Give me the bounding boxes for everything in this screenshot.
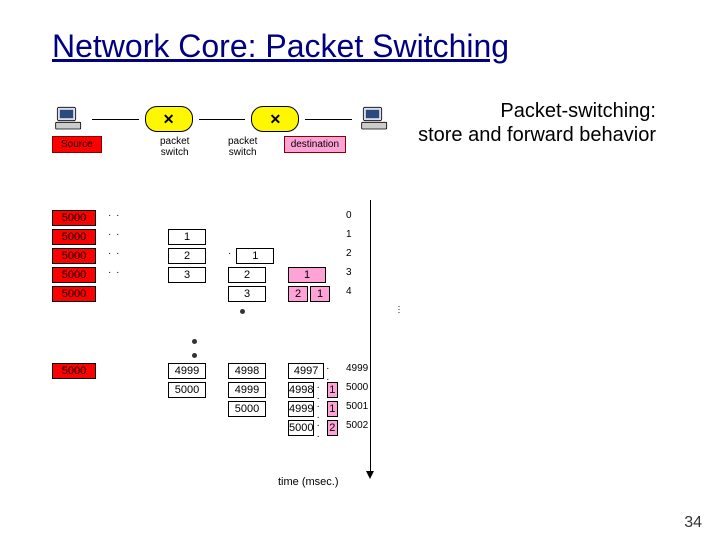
timing-grid: 5000 · · 0 5000 · · 1 1 5000 · · 2 ·1 2 … <box>52 210 452 439</box>
dst-cell: 2 <box>327 420 338 436</box>
hop2-cell: 1 <box>236 248 274 264</box>
time-tick: 0 <box>346 210 374 221</box>
slide-title: Network Core: Packet Switching <box>52 28 509 65</box>
time-tick: 5002 <box>346 420 374 431</box>
hop2-cell: 2 <box>228 267 266 283</box>
time-axis-label: time (msec.) <box>278 476 339 488</box>
time-tick: 5001 <box>346 401 374 412</box>
src-cell: 5000 <box>52 363 96 379</box>
time-tick: 1 <box>346 229 374 240</box>
hop3-cell: 4999 <box>288 401 314 417</box>
time-tick: 3 <box>346 267 374 278</box>
source-label: Source <box>52 136 102 153</box>
hop3-cell: 5000 <box>288 420 314 436</box>
hop2-cell: 4998 <box>228 363 266 379</box>
time-tick: 4999 <box>346 363 374 374</box>
topology-diagram: ✕ ✕ Source packet switch packet switch d… <box>52 104 392 158</box>
dst-cell: 1 <box>327 401 338 417</box>
hop3-cell: 4997 <box>288 363 324 379</box>
time-tick: 4 <box>346 286 374 297</box>
dst-cell: 1 <box>327 382 338 398</box>
subtitle-line1: Packet-switching: <box>500 100 656 123</box>
hop1-cell: 2 <box>168 248 206 264</box>
dst-cell: 2 <box>288 286 308 302</box>
packet-switch-label-2: packet switch <box>220 136 266 158</box>
hop2-cell: 5000 <box>228 401 266 417</box>
destination-label: destination <box>284 136 346 153</box>
source-pc-icon <box>52 104 86 134</box>
page-number: 34 <box>684 514 702 532</box>
dst-cell: 1 <box>288 267 326 283</box>
destination-pc-icon <box>358 104 392 134</box>
time-tick: 2 <box>346 248 374 259</box>
packet-switch-label-1: packet switch <box>152 136 198 158</box>
hop2-cell: 3 <box>228 286 266 302</box>
hop2-cell: 4999 <box>228 382 266 398</box>
src-cell: 5000 <box>52 229 96 245</box>
hop1-cell: 5000 <box>168 382 206 398</box>
hop1-cell: 4999 <box>168 363 206 379</box>
subtitle-line2: store and forward behavior <box>418 124 656 147</box>
src-cell: 5000 <box>52 248 96 264</box>
hop3-cell: 4998 <box>288 382 314 398</box>
vertical-dots-icon: ··· <box>394 305 404 314</box>
src-cell: 5000 <box>52 286 96 302</box>
dst-cell: 1 <box>310 286 330 302</box>
time-tick: 5000 <box>346 382 374 393</box>
hop1-cell: 3 <box>168 267 206 283</box>
time-axis-arrow-icon <box>366 471 374 479</box>
router-1-icon: ✕ <box>145 106 193 132</box>
src-cell: 5000 <box>52 210 96 226</box>
hop1-cell: 1 <box>168 229 206 245</box>
src-cell: 5000 <box>52 267 96 283</box>
router-2-icon: ✕ <box>251 106 299 132</box>
